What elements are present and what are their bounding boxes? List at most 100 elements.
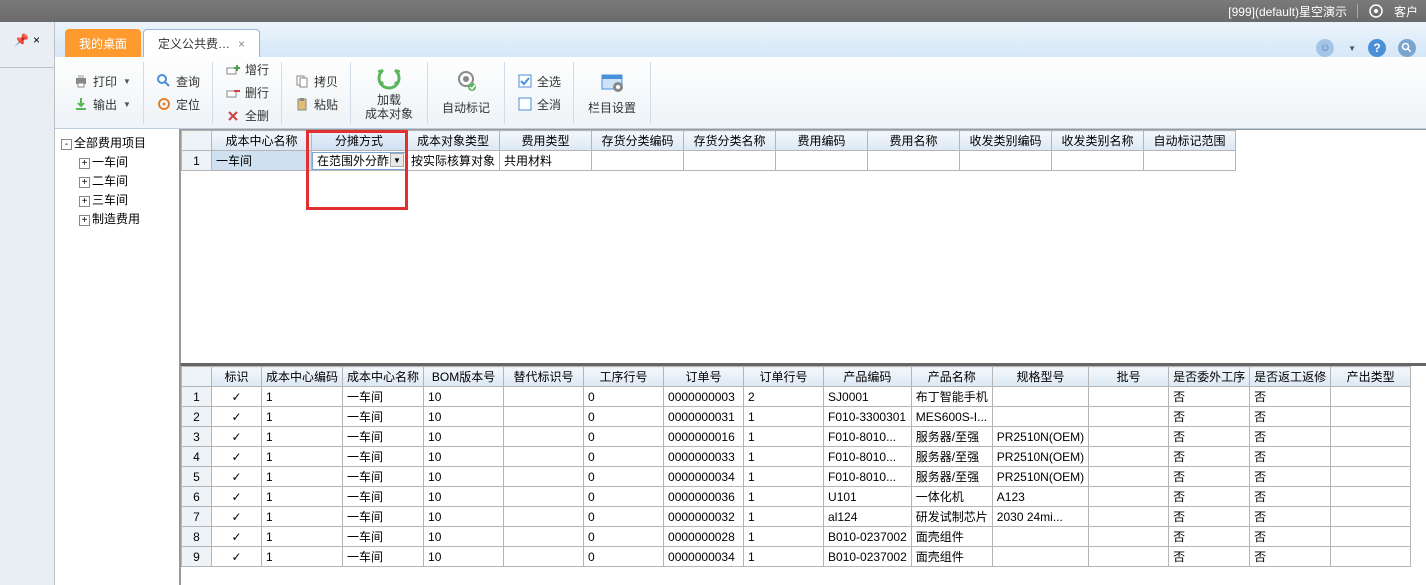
cell[interactable] <box>504 487 584 507</box>
cell[interactable]: 0 <box>584 487 664 507</box>
cell[interactable] <box>1331 547 1411 567</box>
cell[interactable]: 1 <box>262 387 343 407</box>
cell[interactable]: 否 <box>1250 407 1331 427</box>
top-grid-table[interactable]: 成本中心名称 分摊方式 成本对象类型 费用类型 存货分类编码 存货分类名称 费用… <box>181 130 1236 171</box>
cell[interactable]: 否 <box>1169 387 1250 407</box>
cell[interactable]: 布丁智能手机 <box>911 387 992 407</box>
cell[interactable]: 否 <box>1169 527 1250 547</box>
cell[interactable]: 一车间 <box>343 427 424 447</box>
cell[interactable] <box>1331 527 1411 547</box>
cell[interactable]: 1 <box>262 487 343 507</box>
cell[interactable] <box>504 507 584 527</box>
cell[interactable] <box>504 387 584 407</box>
cell[interactable]: 一体化机 <box>911 487 992 507</box>
cell[interactable] <box>504 427 584 447</box>
cell[interactable]: PR2510N(OEM) <box>992 427 1088 447</box>
query-button[interactable]: 查询 <box>152 71 204 92</box>
cell[interactable]: 否 <box>1169 467 1250 487</box>
cell[interactable] <box>868 151 960 171</box>
col-fee-name[interactable]: 费用名称 <box>868 131 960 151</box>
cell[interactable]: ✓ <box>212 387 262 407</box>
expand-icon[interactable]: + <box>79 177 90 188</box>
col-fee-type[interactable]: 费用类型 <box>500 131 592 151</box>
cell[interactable]: ✓ <box>212 527 262 547</box>
support-icon[interactable] <box>1368 3 1384 19</box>
cell[interactable]: 0000000034 <box>664 547 744 567</box>
cell[interactable] <box>684 151 776 171</box>
cell[interactable] <box>992 407 1088 427</box>
cell[interactable] <box>1089 407 1169 427</box>
cell[interactable]: 0 <box>584 387 664 407</box>
paste-button[interactable]: 粘贴 <box>290 94 342 115</box>
cell[interactable]: F010-3300301 <box>824 407 912 427</box>
cell[interactable]: 否 <box>1169 447 1250 467</box>
col-alloc-method[interactable]: 分摊方式 <box>312 131 407 151</box>
cell[interactable]: 一车间 <box>343 487 424 507</box>
cell[interactable]: 0000000034 <box>664 467 744 487</box>
cell-alloc-method[interactable]: 在范围外分酢 ▼ 在范围内分配 在范围外分配 <box>312 151 407 171</box>
col-header[interactable]: 是否委外工序 <box>1169 367 1250 387</box>
cell[interactable]: ✓ <box>212 507 262 527</box>
select-all-button[interactable]: 全选 <box>513 71 565 92</box>
column-settings-button[interactable]: 栏目设置 <box>582 65 642 120</box>
cell[interactable]: B010-0237002 <box>824 547 912 567</box>
cell[interactable] <box>1144 151 1236 171</box>
cell[interactable]: al124 <box>824 507 912 527</box>
cell[interactable]: F010-8010... <box>824 447 912 467</box>
cell[interactable]: 0 <box>584 447 664 467</box>
cell[interactable]: 否 <box>1169 407 1250 427</box>
cell[interactable]: 0000000016 <box>664 427 744 447</box>
cell[interactable] <box>504 447 584 467</box>
col-header[interactable]: 批号 <box>1089 367 1169 387</box>
cell[interactable] <box>1331 507 1411 527</box>
cell[interactable]: 否 <box>1169 547 1250 567</box>
smile-icon[interactable]: ☺ <box>1316 39 1334 57</box>
cell[interactable]: 0 <box>584 527 664 547</box>
col-header[interactable]: 工序行号 <box>584 367 664 387</box>
cell[interactable]: 研发试制芯片 <box>911 507 992 527</box>
cell[interactable] <box>992 387 1088 407</box>
cell[interactable] <box>776 151 868 171</box>
row-number[interactable]: 4 <box>182 447 212 467</box>
cell[interactable]: ✓ <box>212 467 262 487</box>
bottom-grid-table[interactable]: 标识成本中心编码成本中心名称BOM版本号替代标识号工序行号订单号订单行号产品编码… <box>181 366 1411 567</box>
tree-item-workshop1[interactable]: +一车间 <box>57 152 177 171</box>
cell[interactable]: 服务器/至强 <box>911 427 992 447</box>
cell[interactable]: 10 <box>424 427 504 447</box>
cell[interactable]: 0 <box>584 547 664 567</box>
collapse-icon[interactable]: - <box>61 139 72 150</box>
cell[interactable]: 10 <box>424 447 504 467</box>
row-number[interactable]: 7 <box>182 507 212 527</box>
cell[interactable] <box>1331 387 1411 407</box>
select-none-button[interactable]: 全消 <box>513 94 565 115</box>
cell[interactable]: PR2510N(OEM) <box>992 447 1088 467</box>
col-header[interactable]: 产出类型 <box>1331 367 1411 387</box>
cell[interactable]: 1 <box>262 467 343 487</box>
search-icon[interactable] <box>1398 39 1416 57</box>
cell[interactable] <box>1089 427 1169 447</box>
chevron-down-icon[interactable]: ▼ <box>1348 44 1356 53</box>
expand-icon[interactable]: + <box>79 215 90 226</box>
cell[interactable]: 10 <box>424 407 504 427</box>
cell[interactable]: A123 <box>992 487 1088 507</box>
cell[interactable]: 0000000028 <box>664 527 744 547</box>
cell[interactable]: 否 <box>1250 507 1331 527</box>
cell[interactable]: 服务器/至强 <box>911 467 992 487</box>
cell[interactable]: 1 <box>262 407 343 427</box>
cell[interactable]: 1 <box>744 467 824 487</box>
cell[interactable]: 10 <box>424 547 504 567</box>
cell[interactable] <box>504 407 584 427</box>
help-icon[interactable]: ? <box>1368 39 1386 57</box>
tab-public-fee[interactable]: 定义公共费…× <box>143 29 260 57</box>
cell[interactable]: ✓ <box>212 427 262 447</box>
export-button[interactable]: 输出▼ <box>69 94 135 115</box>
customer-label[interactable]: 客户 <box>1394 3 1418 20</box>
col-header[interactable]: 是否返工返修 <box>1250 367 1331 387</box>
cell[interactable] <box>1089 447 1169 467</box>
col-obj-type[interactable]: 成本对象类型 <box>407 131 500 151</box>
chevron-down-icon[interactable]: ▼ <box>390 153 404 167</box>
cell[interactable]: 2 <box>744 387 824 407</box>
tree-root[interactable]: -全部费用项目 <box>57 133 177 152</box>
cell[interactable]: MES600S-I... <box>911 407 992 427</box>
col-header[interactable]: 订单号 <box>664 367 744 387</box>
